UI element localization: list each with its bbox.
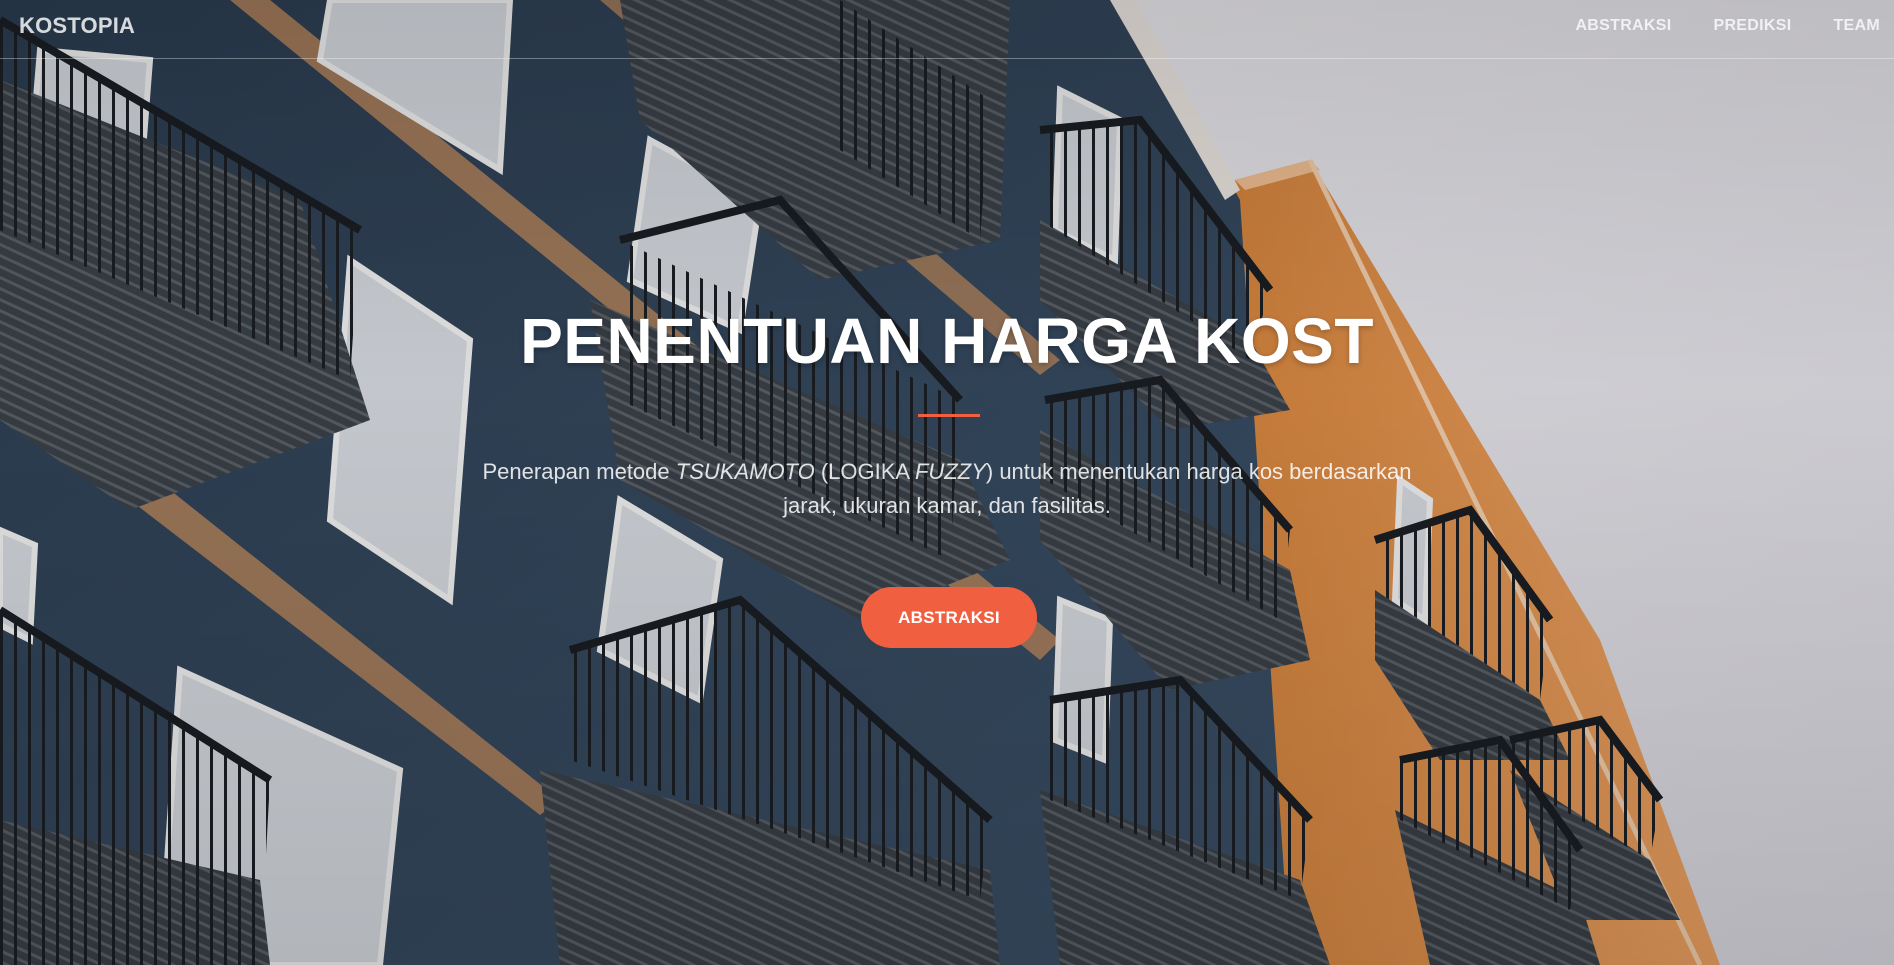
- top-navbar: KOSTOPIA ABSTRAKSI PREDIKSI TEAM: [0, 0, 1894, 59]
- subtitle-text-1: Penerapan metode: [482, 459, 676, 484]
- nav-links: ABSTRAKSI PREDIKSI TEAM: [1575, 0, 1894, 52]
- nav-link-prediksi[interactable]: PREDIKSI: [1713, 17, 1791, 35]
- abstraksi-button[interactable]: ABSTRAKSI: [861, 587, 1037, 648]
- hero-subtitle: Penerapan metode TSUKAMOTO (LOGIKA FUZZY…: [460, 455, 1434, 523]
- brand-logo-link[interactable]: KOSTOPIA: [19, 13, 135, 39]
- subtitle-method: TSUKAMOTO: [675, 459, 815, 484]
- title-divider: [918, 414, 980, 417]
- hero-content: PENENTUAN HARGA KOST Penerapan metode TS…: [0, 0, 1894, 965]
- nav-link-abstraksi[interactable]: ABSTRAKSI: [1575, 17, 1671, 35]
- subtitle-fuzzy: FUZZY: [914, 459, 986, 484]
- subtitle-text-2: (LOGIKA: [814, 459, 915, 484]
- hero-section: KOSTOPIA ABSTRAKSI PREDIKSI TEAM PENENTU…: [0, 0, 1894, 965]
- hero-title: PENENTUAN HARGA KOST: [520, 305, 1374, 377]
- nav-link-team[interactable]: TEAM: [1833, 17, 1880, 35]
